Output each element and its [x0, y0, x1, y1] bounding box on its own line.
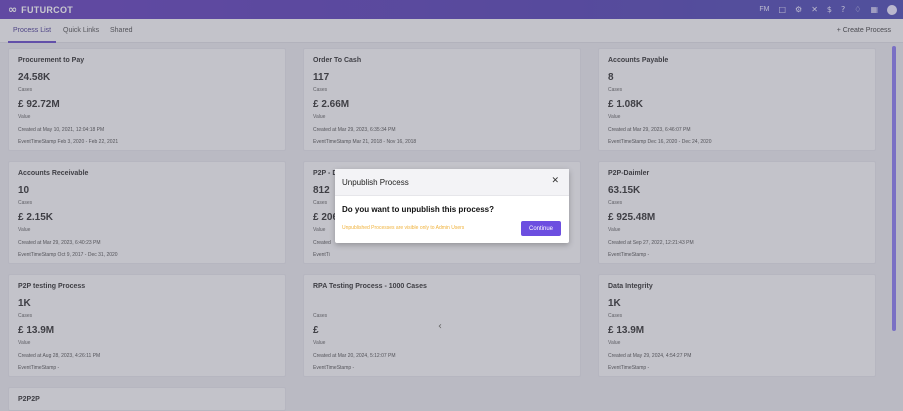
continue-button[interactable]: Continue	[521, 221, 561, 236]
dialog-header: Unpublish Process ✕	[335, 169, 569, 196]
dialog-title: Unpublish Process	[342, 178, 409, 187]
chevron-left-icon[interactable]: ‹	[438, 321, 442, 332]
close-icon[interactable]: ✕	[551, 176, 559, 186]
scrollbar[interactable]	[892, 46, 896, 331]
dialog-note: Unpublished Processes are visible only t…	[342, 225, 465, 231]
dialog-question: Do you want to unpublish this process?	[342, 205, 495, 214]
unpublish-dialog: Unpublish Process ✕ Do you want to unpub…	[335, 169, 569, 243]
